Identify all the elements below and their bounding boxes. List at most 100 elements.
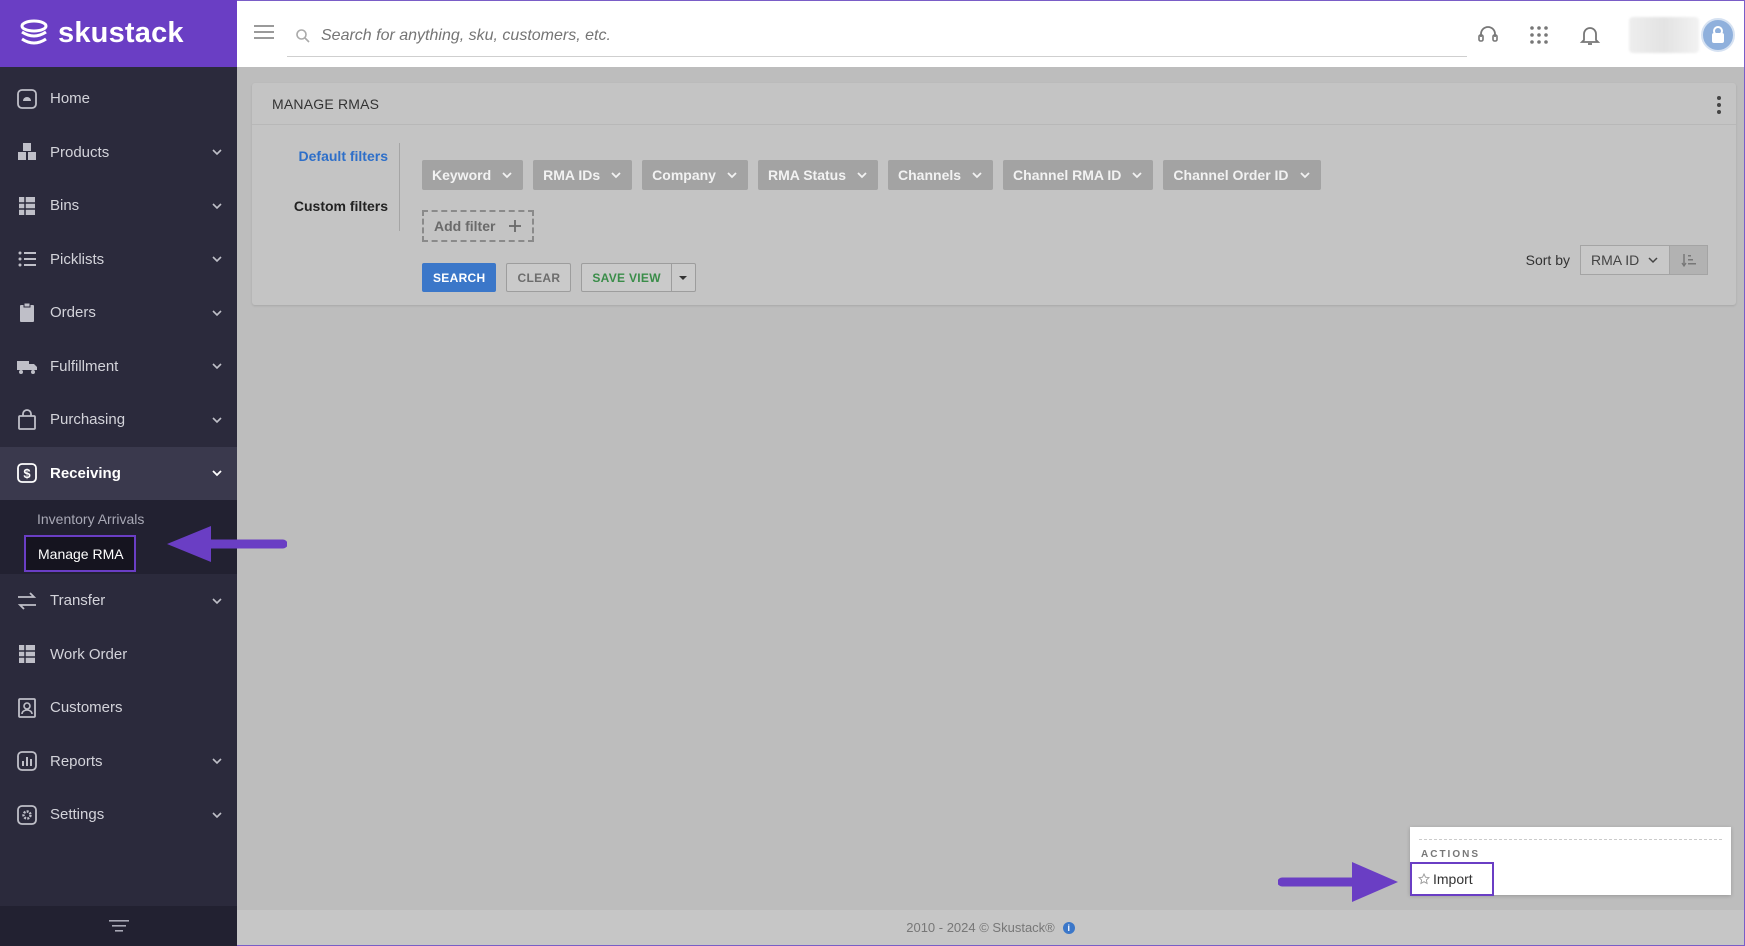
chevron-down-icon — [857, 172, 867, 179]
support-headset-icon[interactable] — [1476, 23, 1500, 47]
sidebar-subitem-manage-rma[interactable]: Manage RMA — [24, 535, 136, 572]
sidebar-item-fulfillment[interactable]: Fulfillment — [0, 340, 237, 394]
chevron-down-icon — [502, 172, 512, 179]
filter-chip-label: RMA Status — [767, 167, 847, 183]
search-input[interactable] — [321, 26, 1421, 45]
brand-header: skustack — [0, 0, 237, 67]
sidebar-item-label: Picklists — [50, 250, 105, 268]
top-bar — [237, 0, 1745, 67]
save-view-dropdown-button[interactable] — [671, 263, 696, 292]
bag-icon — [16, 408, 38, 431]
sidebar-item-label: Settings — [50, 806, 105, 824]
sort-direction-button[interactable] — [1670, 245, 1708, 275]
svg-text:$: $ — [23, 466, 31, 481]
clipboard-icon — [16, 302, 38, 324]
home-icon — [16, 88, 38, 110]
global-search — [287, 15, 1467, 57]
kebab-menu-icon[interactable] — [1716, 95, 1722, 115]
chevron-down-icon — [1132, 172, 1143, 179]
chevron-down-icon — [212, 758, 222, 765]
filter-chip-label: Company — [652, 167, 716, 183]
chevron-down-icon — [212, 470, 222, 477]
page-footer: 2010 - 2024 © Skustack® i — [237, 910, 1745, 946]
filter-chip-rma-ids[interactable]: RMA IDs — [533, 160, 633, 190]
sidebar-item-transfer[interactable]: Transfer — [0, 574, 237, 628]
user-name-blurred[interactable] — [1629, 16, 1699, 53]
sort-field-value: RMA ID — [1591, 252, 1640, 268]
sidebar-item-label: Customers — [50, 699, 123, 717]
brand-logo[interactable]: skustack — [18, 17, 184, 50]
chevron-down-icon — [212, 310, 222, 316]
chevron-down-icon — [972, 172, 982, 179]
main-content: MANAGE RMAS Default filters Custom filte… — [237, 67, 1745, 910]
sidebar-item-receiving[interactable]: $ Receiving — [0, 446, 237, 500]
import-action[interactable]: Import — [1410, 862, 1494, 896]
sidebar-item-orders[interactable]: Orders — [0, 286, 237, 340]
filter-chip-channels[interactable]: Channels — [888, 160, 994, 190]
sort-control: Sort by RMA ID — [1526, 245, 1708, 275]
skustack-logo-icon — [20, 19, 48, 44]
add-filter-label: Add filter — [434, 218, 496, 234]
sidebar-nav: Home Products Bins Picklists Orders Fulf… — [0, 67, 237, 842]
transfer-icon — [16, 590, 38, 612]
hamburger-menu-icon[interactable] — [253, 22, 275, 42]
footer-copyright: 2010 - 2024 © Skustack® — [906, 920, 1055, 935]
sort-by-label: Sort by — [1525, 252, 1570, 268]
dollar-icon: $ — [16, 462, 38, 484]
sidebar-item-label: Products — [50, 143, 110, 161]
clear-button[interactable]: CLEAR — [506, 263, 572, 292]
add-filter-button[interactable]: Add filter — [422, 210, 534, 242]
sidebar-collapse-button[interactable] — [0, 906, 237, 946]
top-bar-actions — [1476, 1, 1744, 68]
import-label: Import — [1433, 871, 1473, 887]
customers-icon — [16, 697, 38, 719]
filter-chip-label: Channel Order ID — [1173, 167, 1289, 183]
sidebar-item-home[interactable]: Home — [0, 72, 237, 126]
filter-chip-rma-status[interactable]: RMA Status — [757, 160, 879, 190]
save-view-button[interactable]: SAVE VIEW — [581, 263, 672, 292]
user-avatar-icon — [1712, 25, 1724, 43]
plus-icon — [509, 220, 521, 232]
sidebar-item-label: Home — [50, 90, 91, 108]
sidebar-item-picklists[interactable]: Picklists — [0, 233, 237, 287]
chevron-down-icon — [611, 172, 621, 179]
filter-chip-label: RMA IDs — [543, 167, 601, 183]
filters-divider — [399, 143, 400, 231]
apps-grid-icon[interactable] — [1527, 23, 1551, 47]
truck-icon — [16, 355, 38, 377]
sidebar-item-settings[interactable]: Settings — [0, 788, 237, 842]
actions-separator — [1419, 839, 1722, 840]
sidebar-item-customers[interactable]: Customers — [0, 681, 237, 735]
sidebar-item-label: Fulfillment — [50, 357, 119, 375]
chevron-down-icon — [212, 149, 222, 156]
info-icon[interactable]: i — [1062, 921, 1075, 934]
list-icon — [16, 248, 38, 270]
filter-chip-company[interactable]: Company — [642, 160, 748, 190]
annotation-arrow-left-icon — [167, 526, 287, 562]
notification-bell-icon[interactable] — [1578, 23, 1602, 47]
filter-chip-channel-order-id[interactable]: Channel Order ID — [1163, 160, 1321, 190]
brand-name: skustack — [58, 17, 184, 49]
sidebar: skustack Home Products Bins Picklists Or… — [0, 0, 237, 946]
sidebar-item-work-order[interactable]: Work Order — [0, 628, 237, 682]
sidebar-item-purchasing[interactable]: Purchasing — [0, 393, 237, 447]
sidebar-item-products[interactable]: Products — [0, 126, 237, 180]
search-button[interactable]: SEARCH — [422, 263, 497, 292]
chevron-down-icon — [727, 172, 737, 179]
sort-field-select[interactable]: RMA ID — [1580, 245, 1670, 275]
chevron-down-icon — [212, 203, 222, 209]
sidebar-item-bins[interactable]: Bins — [0, 179, 237, 233]
chevron-down-icon — [1648, 257, 1658, 264]
sidebar-item-label: Work Order — [50, 645, 128, 663]
filter-chip-label: Channels — [898, 167, 962, 183]
default-filters-tab[interactable]: Default filters — [252, 148, 402, 164]
avatar[interactable] — [1701, 17, 1735, 52]
filter-chip-channel-rma-id[interactable]: Channel RMA ID — [1003, 160, 1154, 190]
actions-title: ACTIONS — [1421, 849, 1480, 860]
sidebar-item-reports[interactable]: Reports — [0, 735, 237, 789]
sidebar-item-label: Orders — [50, 304, 96, 322]
filter-chip-keyword[interactable]: Keyword — [422, 160, 524, 190]
custom-filters-label: Custom filters — [293, 198, 388, 214]
sidebar-item-label: Reports — [50, 752, 103, 770]
actions-popover: ACTIONS Import — [1410, 827, 1731, 896]
